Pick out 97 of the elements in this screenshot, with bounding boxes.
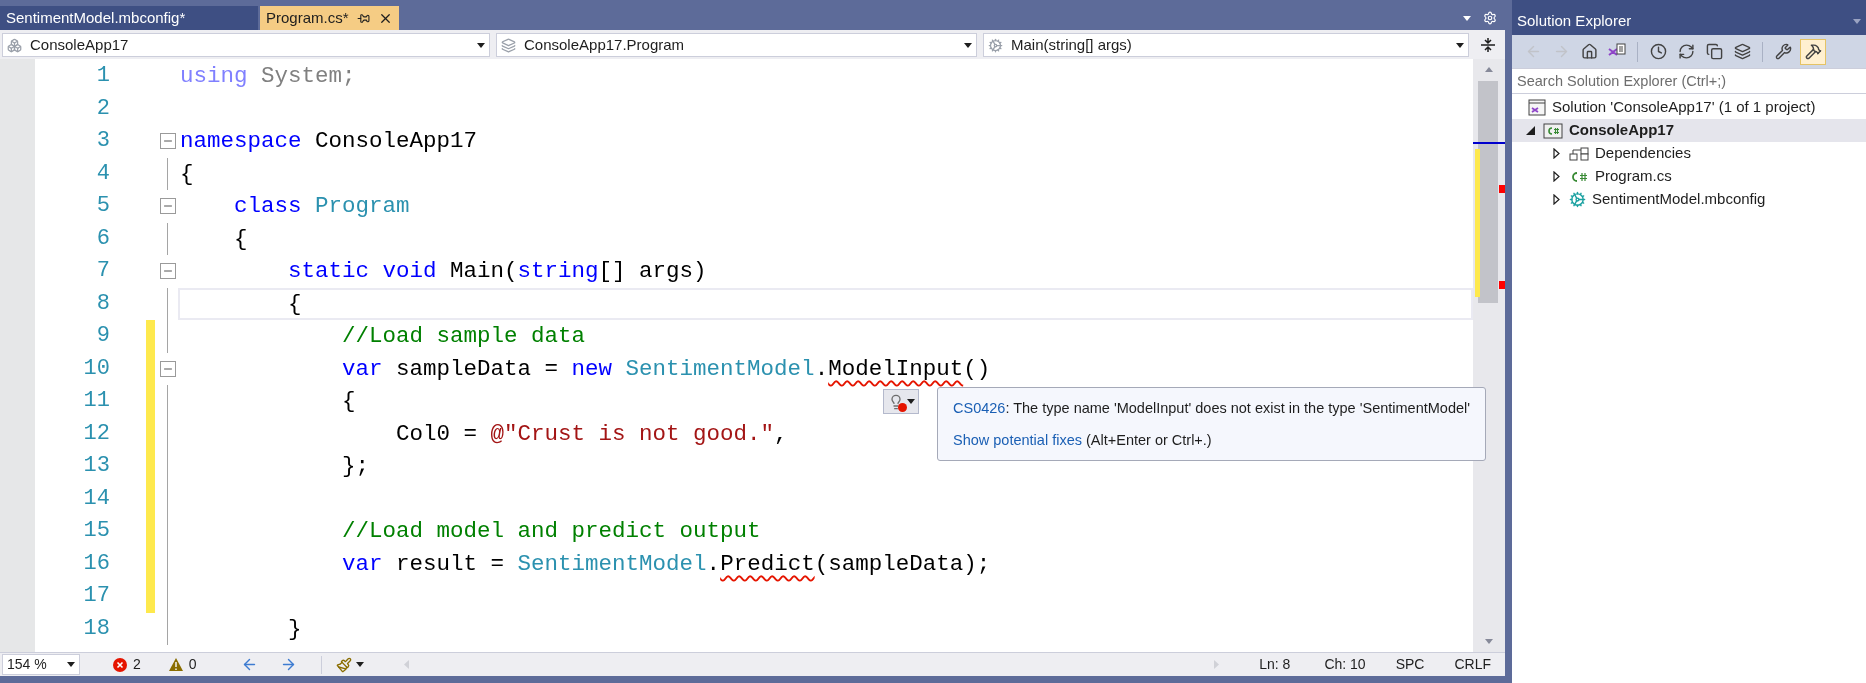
code-line: using System; [180,62,356,92]
code-line: class Program [233,192,410,222]
line-number: 3 [95,127,110,155]
panel-header: Solution Explorer [1512,0,1866,35]
caret-icon [67,662,75,667]
tab-list-caret-icon [1463,15,1471,21]
error-marker [1499,185,1505,193]
caret-position-marker [1473,142,1505,144]
toolbar-button[interactable] [1800,38,1826,65]
code-line: namespace ConsoleApp17 [180,127,478,157]
tree-item[interactable]: SentimentModel.mbconfig [1512,188,1866,211]
csharp-file-icon [1569,169,1589,184]
code-line: //Load sample data [341,322,586,352]
light-bulb-button[interactable] [883,389,919,414]
line-number: 7 [95,257,110,285]
expanded-icon[interactable] [1526,126,1535,135]
solution-icon [1528,99,1546,116]
panel-menu-caret-icon [1853,18,1861,24]
tree-item[interactable]: Program.cs [1512,165,1866,188]
error-marker [1499,281,1505,289]
line-number: 13 [82,452,110,480]
fix-hint: Show potential fixes (Alt+Enter or Ctrl+.) [953,430,1213,450]
pin-icon[interactable] [356,11,370,25]
dependencies-icon [1569,146,1589,161]
navigation-dropdown[interactable]: ConsoleApp17.Program [496,33,977,57]
project-icon [7,37,22,53]
search-field[interactable]: Search Solution Explorer (Ctrl+;) [1512,68,1866,94]
line-number: 8 [95,289,110,318]
code-line: //Load model and predict output [341,517,761,547]
scroll-thumb[interactable] [1478,81,1498,303]
error-icon[interactable] [113,657,127,672]
line-number: 14 [82,484,110,513]
code-line: { [233,224,248,254]
caret-icon [906,399,915,404]
code-cleanup-icon[interactable] [335,656,352,673]
line-number: 11 [82,387,110,415]
scroll-up-icon [1485,67,1493,72]
document-tab[interactable]: SentimentModel.mbconfig* [0,6,258,30]
code-line: }; [341,452,370,482]
csharp-project-icon [1543,122,1563,139]
caret-icon [1456,42,1464,48]
code-line: { [180,159,194,189]
clock-icon[interactable] [1649,43,1667,60]
home-icon[interactable] [1580,43,1598,60]
code-line: var sampleData = new SentimentModel.ModelInput() [341,354,991,384]
code-line: } [287,614,302,644]
code-line: { [341,387,356,417]
line-number: 1 [95,62,110,90]
split-window-icon[interactable] [1481,37,1495,53]
line-number: 10 [82,354,110,383]
wrench-icon[interactable] [1774,43,1792,60]
code-line: var result = SentimentModel.Predict(sampleData); [341,549,991,579]
error-count[interactable]: 2 [133,654,141,675]
navigation-dropdown[interactable]: ConsoleApp17 [2,33,490,57]
line-number: 18 [82,614,110,643]
gear-icon [1569,191,1586,208]
caret-icon [964,42,972,48]
code-line: static void Main(string[] args) [287,257,707,287]
error-code-link[interactable]: CS0426 [953,400,1006,416]
caret-icon [355,662,364,667]
scroll-down-icon [1485,639,1493,644]
method-icon [988,37,1003,53]
line-ending-indicator[interactable]: CRLF [1454,654,1491,675]
collapsed-icon[interactable] [1553,148,1560,159]
sync-icon[interactable] [1677,43,1695,60]
document-tab[interactable]: Program.cs* [260,6,399,30]
collapsed-icon[interactable] [1553,171,1560,182]
line-number: 15 [82,517,110,545]
line-number: 12 [82,419,110,448]
show-fixes-link[interactable]: Show potential fixes [953,431,1082,448]
warning-icon[interactable] [168,658,183,671]
caret-icon [477,42,485,48]
line-number: 17 [82,582,110,610]
tree-item[interactable]: ConsoleApp17 [1512,119,1866,142]
error-message: CS0426: The type name 'ModelInput' does not exist in the type 'SentimentModel' [953,399,1470,418]
line-number: 16 [82,549,110,578]
line-number: 4 [95,159,110,188]
line-number: 6 [95,224,110,253]
column-indicator[interactable]: Ch: 10 [1324,654,1366,675]
class-icon [501,37,516,53]
line-number: 9 [95,322,110,350]
tree-item[interactable]: Solution 'ConsoleApp17' (1 of 1 project) [1512,96,1866,119]
whitespace-indicator[interactable]: SPC [1395,654,1425,675]
navigation-dropdown[interactable]: Main(string[] args) [983,33,1469,57]
settings-icon[interactable] [1483,11,1497,25]
warning-count[interactable]: 0 [188,654,197,675]
collapsed-icon[interactable] [1553,194,1560,205]
code-line: { [287,289,302,319]
zoom-dropdown[interactable]: 154 % [2,654,80,675]
tree-item[interactable]: Dependencies [1512,142,1866,165]
collapse-all-icon[interactable] [1705,43,1723,60]
vertical-scrollbar[interactable] [1473,59,1505,652]
show-all-files-icon[interactable] [1733,43,1751,60]
line-indicator[interactable]: Ln: 8 [1259,654,1291,675]
line-number: 5 [95,192,110,220]
line-number: 2 [95,94,110,123]
code-line: Col0 = @"Crust is not good.", [395,419,788,449]
